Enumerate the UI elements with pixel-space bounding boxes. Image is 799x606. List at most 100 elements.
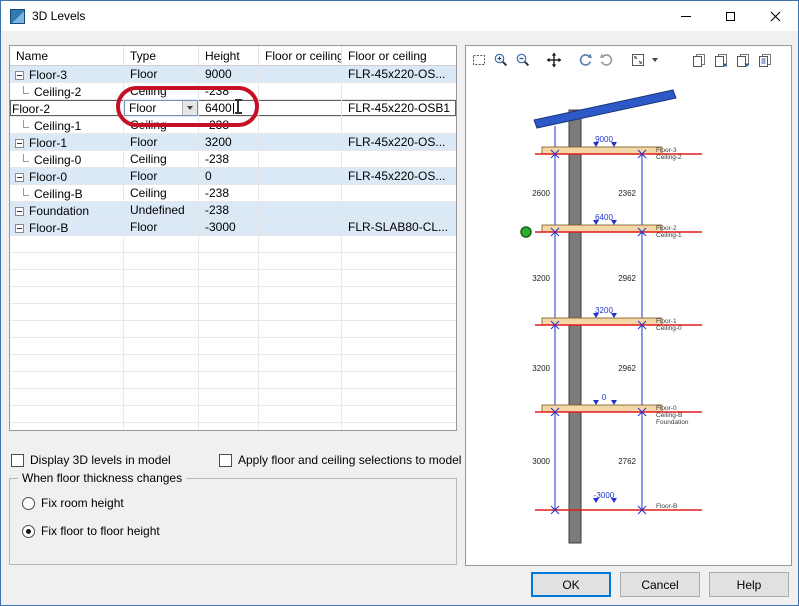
radio-icon[interactable] [22, 497, 35, 510]
collapse-icon[interactable] [15, 71, 24, 80]
floor-ceiling-cell[interactable]: FLR-45x220-OS... [342, 134, 456, 150]
type-cell[interactable]: Ceiling [124, 151, 199, 167]
column-header-floor-or-ceiling[interactable]: Floor or ceiling [342, 46, 456, 65]
name-cell[interactable]: Ceiling-2 [10, 83, 124, 99]
column-header-type[interactable]: Type [124, 46, 199, 65]
floor-ceiling-cell[interactable]: FLR-45x220-OSB1 [342, 100, 456, 116]
type-cell[interactable]: Floor [124, 219, 199, 235]
height-cell[interactable]: 0 [199, 168, 259, 184]
height-cell[interactable]: 9000 [199, 66, 259, 82]
type-cell[interactable]: Ceiling [124, 117, 199, 133]
copy-page-down-button[interactable] [732, 49, 754, 71]
table-row-floor-0[interactable]: Floor-0 Floor 0 FLR-45x220-OS... [10, 168, 456, 185]
type-cell[interactable]: Undefined [124, 202, 199, 218]
table-row-floor-2-editing[interactable]: Floor-2 Floor 6400 FLR-45x220-OSB1 [10, 100, 456, 117]
pan-button[interactable] [543, 49, 565, 71]
height-cell[interactable]: -238 [199, 117, 259, 133]
table-row-ceiling-0[interactable]: Ceiling-0 Ceiling -238 [10, 151, 456, 168]
floor-ceiling-sel-cell[interactable] [259, 83, 342, 99]
height-cell[interactable]: -238 [199, 83, 259, 99]
preview-panel[interactable]: 9000 6400 3200 0 -3000 2600 3200 3200 30… [465, 45, 792, 566]
type-cell[interactable]: Floor [124, 168, 199, 184]
close-button[interactable] [753, 1, 798, 31]
collapse-icon[interactable] [15, 207, 24, 216]
combobox-dropdown-button[interactable] [182, 101, 197, 115]
column-header-name[interactable]: Name [10, 46, 124, 65]
copy-page-up-button[interactable] [710, 49, 732, 71]
height-cell[interactable]: -3000 [199, 219, 259, 235]
collapse-icon[interactable] [15, 224, 24, 233]
table-row-floor-3[interactable]: Floor-3 Floor 9000 FLR-45x220-OS... [10, 66, 456, 83]
column-header-floor-or-ceiling-sel[interactable]: Floor or ceiling... [259, 46, 342, 65]
floor-ceiling-cell[interactable]: FLR-SLAB80-CL... [342, 219, 456, 235]
height-cell[interactable]: -238 [199, 202, 259, 218]
ok-button[interactable]: OK [531, 572, 611, 597]
floor-ceiling-cell[interactable] [342, 83, 456, 99]
name-cell[interactable]: Ceiling-0 [10, 151, 124, 167]
name-cell[interactable]: Floor-1 [10, 134, 124, 150]
table-row-foundation[interactable]: Foundation Undefined -238 [10, 202, 456, 219]
floor-ceiling-sel-cell[interactable] [259, 66, 342, 82]
paste-pages-button[interactable] [754, 49, 776, 71]
floor-ceiling-cell[interactable]: FLR-45x220-OS... [342, 168, 456, 184]
floor-ceiling-cell[interactable] [342, 185, 456, 201]
table-row-floor-b[interactable]: Floor-B Floor -3000 FLR-SLAB80-CL... [10, 219, 456, 236]
floor-ceiling-sel-cell[interactable] [259, 185, 342, 201]
checkbox-display-3d-levels[interactable]: Display 3D levels in model [11, 452, 171, 468]
floor-ceiling-cell[interactable] [342, 151, 456, 167]
marquee-select-button[interactable] [468, 49, 490, 71]
floor-ceiling-cell[interactable]: FLR-45x220-OS... [342, 66, 456, 82]
name-cell[interactable]: Floor-B [10, 219, 124, 235]
type-cell[interactable]: Floor [124, 100, 199, 116]
name-cell[interactable]: Floor-0 [10, 168, 124, 184]
checkbox-apply-selections[interactable]: Apply floor and ceiling selections to mo… [219, 452, 461, 468]
zoom-out-button[interactable] [512, 49, 534, 71]
name-cell[interactable]: Floor-3 [10, 66, 124, 82]
zoom-extents-button[interactable] [627, 49, 649, 71]
rotate-cw-button[interactable] [596, 49, 618, 71]
collapse-icon[interactable] [15, 139, 24, 148]
type-combobox[interactable]: Floor [124, 100, 198, 116]
table-row-ceiling-2[interactable]: Ceiling-2 Ceiling -238 [10, 83, 456, 100]
height-cell[interactable]: -238 [199, 185, 259, 201]
name-cell[interactable]: Ceiling-B [10, 185, 124, 201]
floor-ceiling-sel-cell[interactable] [259, 100, 342, 116]
cancel-button[interactable]: Cancel [620, 572, 700, 597]
radio-selected-icon[interactable] [22, 525, 35, 538]
name-cell[interactable]: Foundation [10, 202, 124, 218]
maximize-button[interactable] [708, 1, 753, 31]
column-header-height[interactable]: Height [199, 46, 259, 65]
height-cell[interactable]: 3200 [199, 134, 259, 150]
name-cell[interactable]: Ceiling-1 [10, 117, 124, 133]
height-edit-cell[interactable]: 6400 [199, 100, 259, 116]
table-row-floor-1[interactable]: Floor-1 Floor 3200 FLR-45x220-OS... [10, 134, 456, 151]
name-cell[interactable]: Floor-2 [10, 100, 124, 116]
table-row-ceiling-b[interactable]: Ceiling-B Ceiling -238 [10, 185, 456, 202]
type-cell[interactable]: Ceiling [124, 83, 199, 99]
collapse-icon[interactable] [15, 173, 24, 182]
type-cell[interactable]: Ceiling [124, 185, 199, 201]
checkbox-icon[interactable] [11, 454, 24, 467]
floor-ceiling-cell[interactable] [342, 202, 456, 218]
checkbox-icon[interactable] [219, 454, 232, 467]
minimize-button[interactable] [663, 1, 708, 31]
zoom-in-button[interactable] [490, 49, 512, 71]
floor-ceiling-cell[interactable] [342, 117, 456, 133]
floor-ceiling-sel-cell[interactable] [259, 117, 342, 133]
type-cell[interactable]: Floor [124, 66, 199, 82]
current-level-marker[interactable] [521, 227, 531, 237]
table-row-ceiling-1[interactable]: Ceiling-1 Ceiling -238 [10, 117, 456, 134]
floor-ceiling-sel-cell[interactable] [259, 134, 342, 150]
copy-pages-button[interactable] [688, 49, 710, 71]
help-button[interactable]: Help [709, 572, 789, 597]
radio-fix-room-height[interactable]: Fix room height [22, 496, 124, 510]
radio-fix-floor-to-floor-height[interactable]: Fix floor to floor height [22, 524, 160, 538]
type-cell[interactable]: Floor [124, 134, 199, 150]
rotate-ccw-button[interactable] [574, 49, 596, 71]
empty-table-area[interactable] [10, 236, 456, 431]
height-cell[interactable]: -238 [199, 151, 259, 167]
titlebar[interactable]: 3D Levels [1, 1, 798, 31]
floor-ceiling-sel-cell[interactable] [259, 168, 342, 184]
floor-ceiling-sel-cell[interactable] [259, 151, 342, 167]
floor-ceiling-sel-cell[interactable] [259, 202, 342, 218]
